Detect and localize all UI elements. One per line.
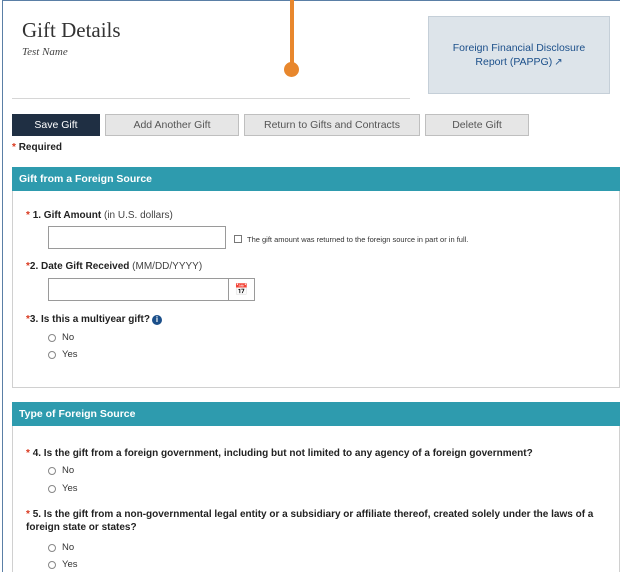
pointer-dot — [284, 62, 299, 77]
non-governmental-radio-no[interactable]: No — [48, 542, 74, 553]
gift-amount-input[interactable] — [48, 226, 226, 249]
add-another-gift-button[interactable]: Add Another Gift — [105, 114, 239, 136]
non-governmental-radio-yes[interactable]: Yes — [48, 559, 78, 570]
date-received-input[interactable] — [48, 278, 229, 301]
multiyear-label: *3. Is this a multiyear gift? i — [26, 314, 162, 325]
calendar-icon[interactable]: 📅 — [229, 278, 255, 301]
required-note: * Required — [12, 142, 63, 153]
foreign-government-label: * 4. Is the gift from a foreign governme… — [26, 448, 533, 459]
radio-icon — [48, 560, 56, 569]
date-received-label: *2. Date Gift Received (MM/DD/YYYY) — [26, 261, 203, 272]
radio-icon — [48, 543, 56, 552]
radio-icon — [48, 484, 56, 493]
toolbar: Save Gift Add Another Gift Return to Gif… — [12, 114, 534, 136]
radio-icon — [48, 350, 56, 359]
section-header-source-type: Type of Foreign Source — [12, 402, 620, 426]
save-gift-button[interactable]: Save Gift — [12, 114, 100, 136]
section-header-gift-source: Gift from a Foreign Source — [12, 167, 620, 191]
info-icon[interactable]: i — [151, 315, 162, 325]
radio-icon — [48, 333, 56, 342]
report-link-label: Foreign Financial Disclosure Report (PAP… — [452, 41, 586, 68]
gift-returned-label: The gift amount was returned to the fore… — [247, 235, 469, 244]
multiyear-radio-no[interactable]: No — [48, 332, 74, 343]
radio-icon — [48, 466, 56, 475]
foreign-disclosure-report-link[interactable]: Foreign Financial Disclosure Report (PAP… — [428, 16, 610, 94]
foreign-government-radio-yes[interactable]: Yes — [48, 483, 78, 494]
foreign-government-radio-no[interactable]: No — [48, 465, 74, 476]
page-title: Gift Details — [22, 18, 121, 42]
external-link-icon: ↗ — [554, 56, 563, 68]
gift-returned-checkbox[interactable] — [234, 235, 242, 243]
page-subtitle: Test Name — [22, 46, 68, 58]
gift-amount-label: * 1. Gift Amount (in U.S. dollars) — [26, 210, 173, 221]
delete-gift-button[interactable]: Delete Gift — [425, 114, 529, 136]
header-divider — [12, 98, 410, 99]
return-to-gifts-button[interactable]: Return to Gifts and Contracts — [244, 114, 420, 136]
pointer-line — [290, 0, 294, 66]
multiyear-radio-yes[interactable]: Yes — [48, 349, 78, 360]
non-governmental-entity-label: * 5. Is the gift from a non-governmental… — [26, 509, 594, 533]
